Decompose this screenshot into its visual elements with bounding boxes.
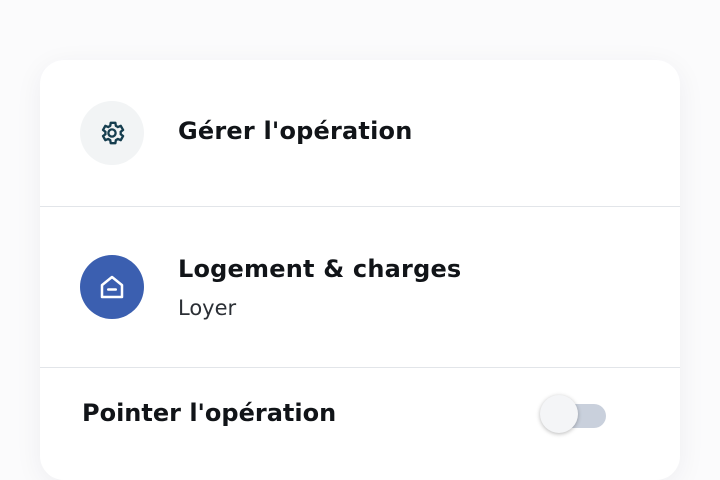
category-title: Logement & charges <box>178 255 462 283</box>
category-row[interactable]: Logement & charges Loyer <box>40 207 680 367</box>
manage-icon-circle <box>80 101 144 165</box>
category-icon-circle <box>80 255 144 319</box>
check-operation-toggle[interactable] <box>540 395 608 435</box>
gear-icon <box>101 121 125 145</box>
manage-operation-label: Gérer l'opération <box>178 117 413 145</box>
operation-options-card: Gérer l'opération Logement & charges Loy… <box>40 60 680 480</box>
check-operation-label: Pointer l'opération <box>82 399 337 427</box>
house-icon <box>100 275 124 299</box>
toggle-knob <box>540 395 578 433</box>
manage-operation-row[interactable]: Gérer l'opération <box>40 60 680 206</box>
category-subtitle: Loyer <box>178 296 237 320</box>
check-operation-row: Pointer l'opération <box>40 368 680 480</box>
